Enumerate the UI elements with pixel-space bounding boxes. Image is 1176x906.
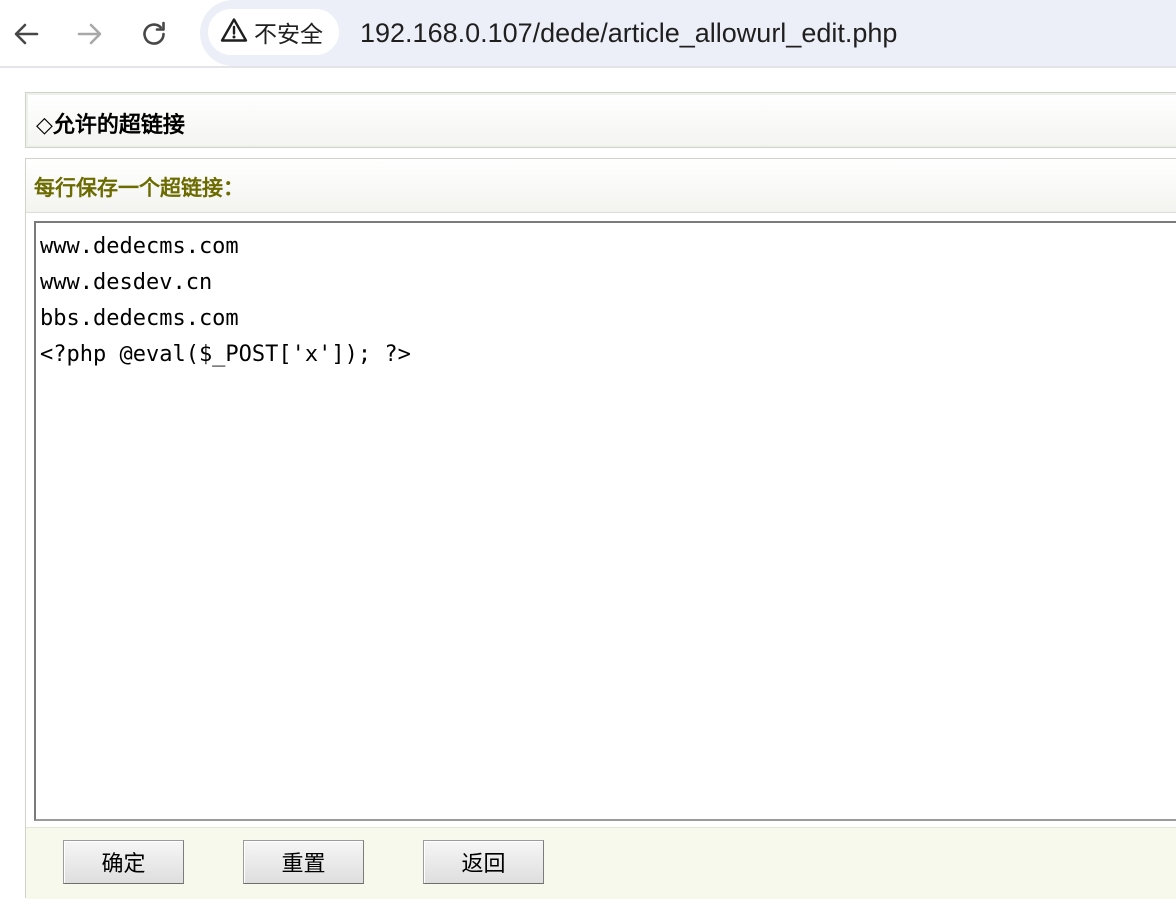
back-button[interactable] <box>6 14 46 54</box>
warning-icon <box>220 17 248 47</box>
browser-toolbar: 不安全 192.168.0.107/dede/article_allowurl_… <box>0 0 1176 68</box>
form-heading: 每行保存一个超链接： <box>34 176 244 200</box>
url-text[interactable]: 192.168.0.107/dede/article_allowurl_edit… <box>360 14 897 52</box>
reset-button[interactable]: 重置 <box>243 840 364 884</box>
reload-icon <box>139 19 169 49</box>
forward-button[interactable] <box>70 14 110 54</box>
page-title: ◇允许的超链接 <box>36 113 185 138</box>
address-bar[interactable]: 不安全 192.168.0.107/dede/article_allowurl_… <box>200 0 1176 66</box>
title-panel: ◇允许的超链接 <box>25 92 1176 148</box>
arrow-left-icon <box>11 19 41 49</box>
security-indicator[interactable]: 不安全 <box>208 9 339 55</box>
confirm-button[interactable]: 确定 <box>63 840 184 884</box>
arrow-right-icon <box>75 19 105 49</box>
allowed-links-textarea[interactable] <box>34 221 1176 821</box>
form-header: 每行保存一个超链接： <box>26 159 1176 213</box>
title-panel-border <box>26 93 1176 147</box>
textarea-container <box>34 221 1176 821</box>
back-page-button[interactable]: 返回 <box>423 840 544 884</box>
security-label: 不安全 <box>254 22 323 48</box>
reload-button[interactable] <box>134 14 174 54</box>
button-row: 确定 重置 返回 <box>26 827 1176 899</box>
page-content: ◇允许的超链接 每行保存一个超链接： 确定 重置 返回 <box>0 70 1176 906</box>
allowurl-form: 每行保存一个超链接： 确定 重置 返回 <box>25 158 1176 899</box>
